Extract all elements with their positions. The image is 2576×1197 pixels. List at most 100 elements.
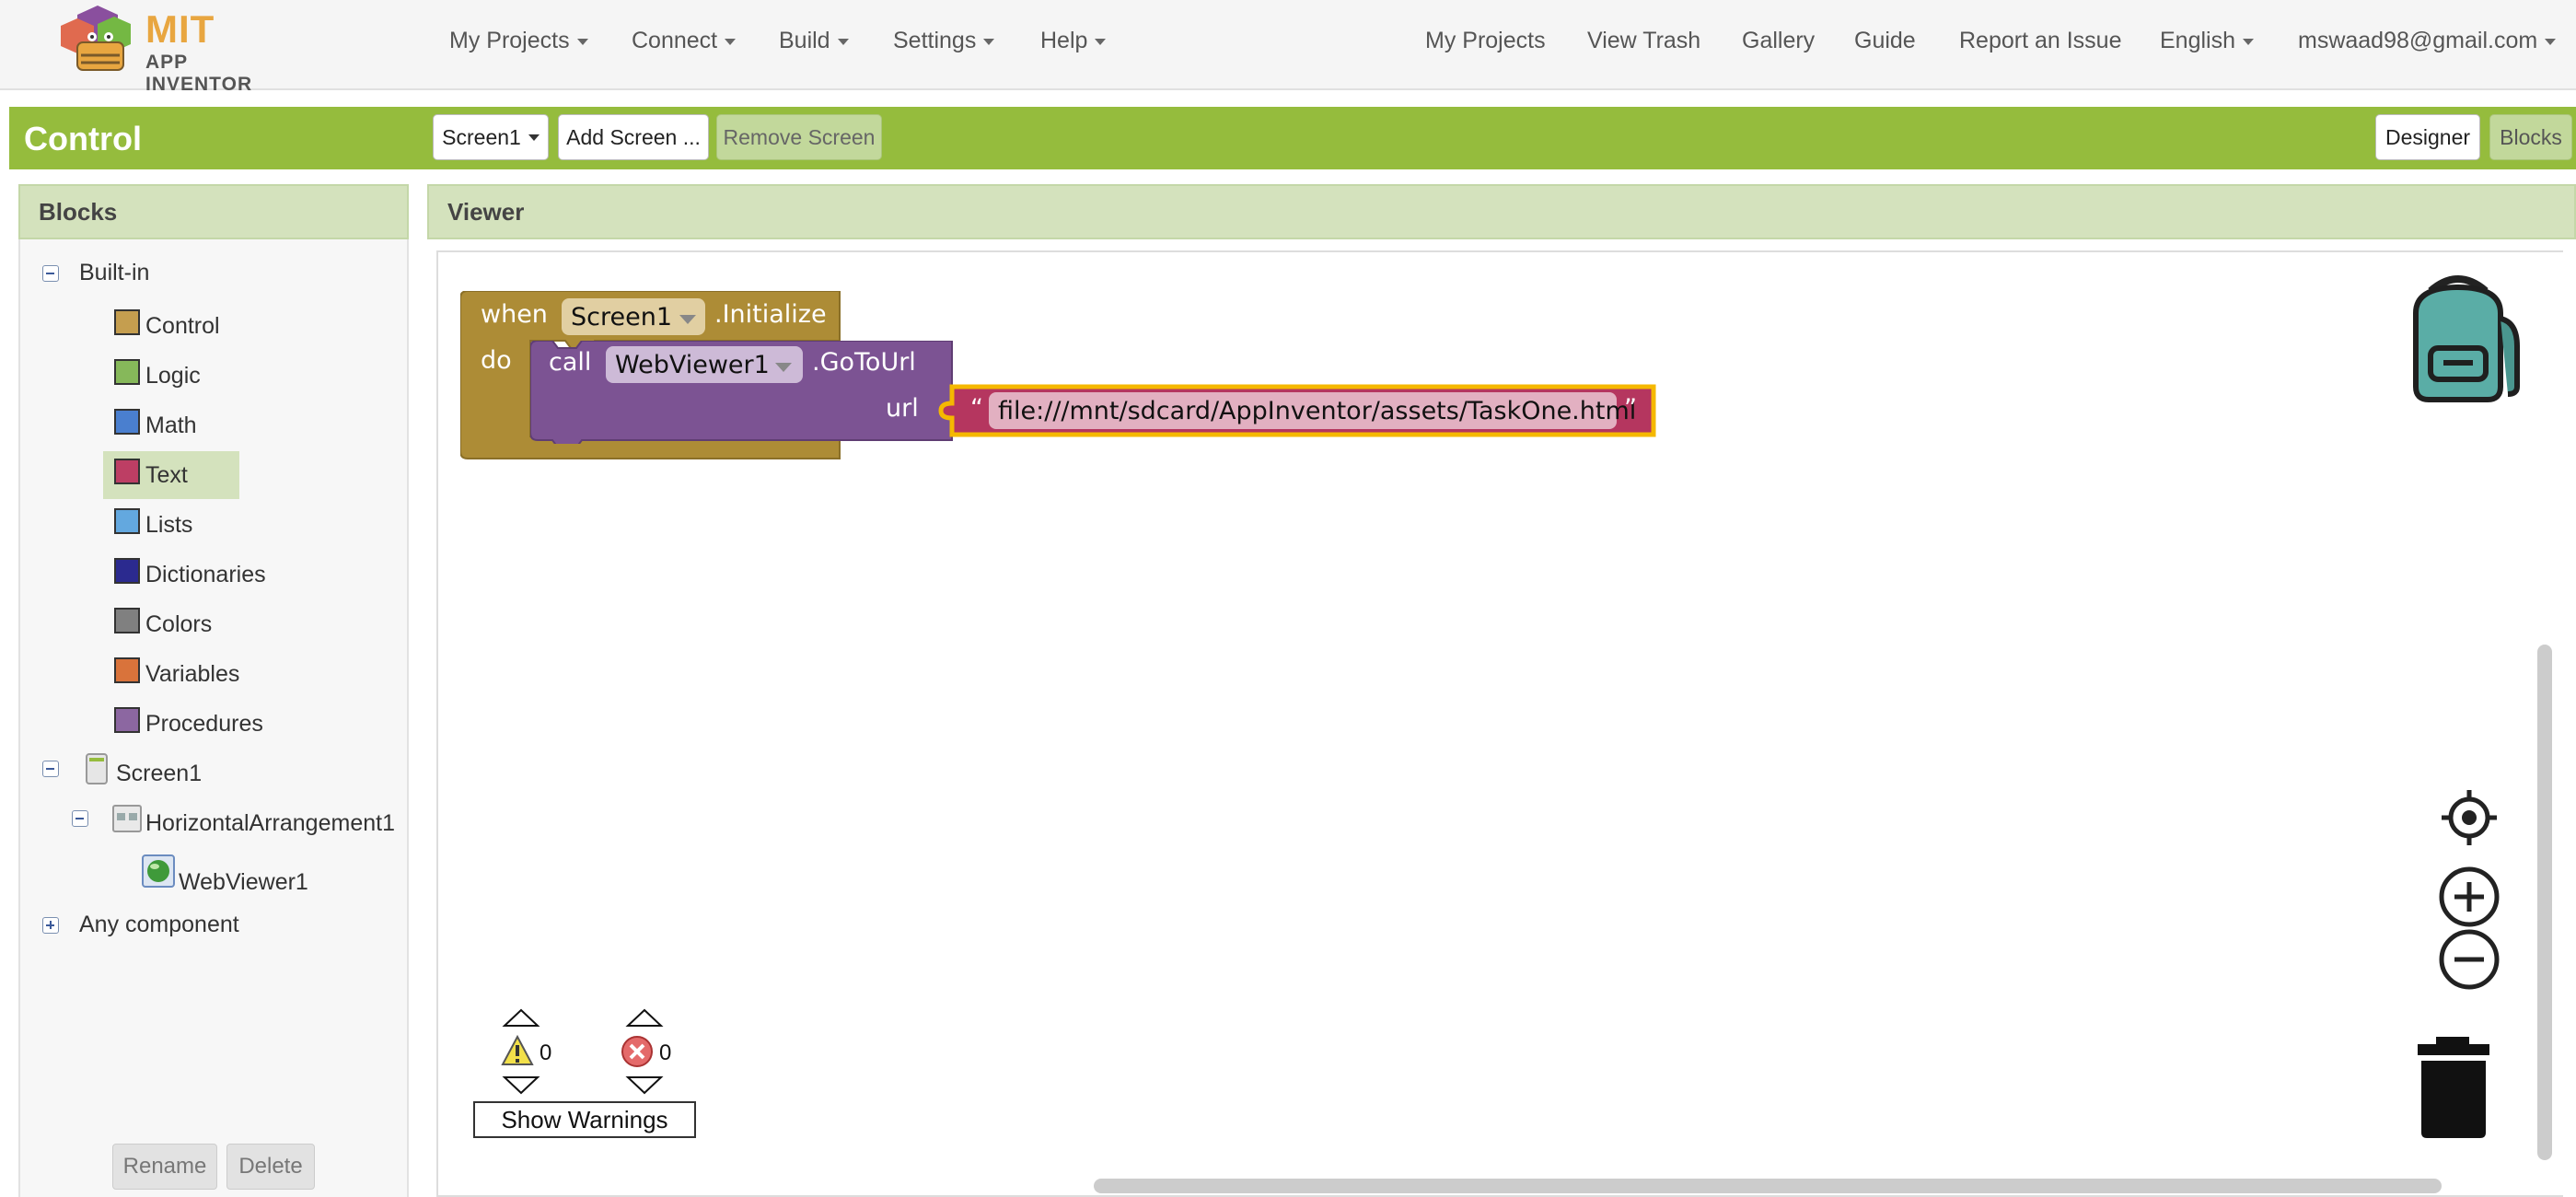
nav-label: Settings [893, 28, 977, 53]
nav-label: My Projects [449, 28, 570, 53]
webviewer1-component-dropdown[interactable]: WebViewer1 [606, 346, 803, 383]
error-next-arrow-icon[interactable] [624, 1075, 665, 1096]
screen-icon [86, 753, 108, 784]
remove-screen-button[interactable]: Remove Screen [716, 114, 882, 160]
screen-select-dropdown[interactable]: Screen1 [433, 114, 549, 160]
show-warnings-button[interactable]: Show Warnings [473, 1101, 696, 1138]
blocks-button[interactable]: Blocks [2489, 114, 2572, 160]
app-inventor-logo[interactable]: MIT APP INVENTOR [57, 6, 296, 95]
project-name: Control [24, 120, 142, 157]
category-math[interactable]: Math [145, 413, 197, 439]
logo-subtitle: APP INVENTOR [145, 52, 253, 95]
warning-prev-arrow-icon[interactable] [501, 1007, 541, 1028]
gotourl-method-name: .GoToUrl [812, 348, 916, 377]
nav-build-menu[interactable]: Build [779, 28, 849, 54]
control-swatch-icon [114, 309, 140, 335]
nav-gallery-link[interactable]: Gallery [1742, 28, 1815, 54]
component-label: WebViewer1 [615, 350, 770, 379]
error-count: 0 [659, 1040, 672, 1065]
url-text-value-field[interactable]: file:///mnt/sdcard/AppInventor/assets/Ta… [989, 392, 1636, 429]
close-quote-icon: ” [1624, 394, 1637, 423]
warning-triangle-icon [501, 1035, 534, 1065]
category-variables[interactable]: Variables [145, 661, 239, 688]
component-label: Screen1 [571, 302, 673, 331]
collapse-arrangement-icon[interactable] [72, 810, 88, 827]
chevron-down-icon [837, 38, 849, 45]
do-keyword: do [481, 346, 512, 375]
category-dictionaries[interactable]: Dictionaries [145, 562, 266, 588]
nav-view-trash-link[interactable]: View Trash [1587, 28, 1700, 54]
trash-can-icon[interactable] [2412, 1037, 2495, 1138]
tree-webviewer1[interactable]: WebViewer1 [179, 869, 308, 896]
backpack-icon[interactable] [2394, 273, 2523, 405]
warning-count: 0 [540, 1040, 552, 1065]
screen1-component-dropdown[interactable]: Screen1 [562, 298, 705, 335]
chevron-down-icon [2545, 38, 2557, 45]
call-keyword: call [549, 348, 592, 377]
collapse-screen1-icon[interactable] [42, 761, 59, 777]
zoom-in-icon[interactable] [2438, 866, 2501, 928]
zoom-out-icon[interactable] [2438, 928, 2501, 991]
nav-label: English [2160, 28, 2235, 53]
add-screen-button[interactable]: Add Screen ... [558, 114, 709, 160]
error-circle-icon [621, 1036, 653, 1067]
tree-horizontal-arrangement1[interactable]: HorizontalArrangement1 [145, 810, 395, 837]
project-toolbar: Control Screen1 Add Screen ... Remove Sc… [9, 107, 2576, 169]
procedures-swatch-icon [114, 707, 140, 733]
math-swatch-icon [114, 409, 140, 435]
blocks-panel-header: Blocks [18, 184, 409, 239]
designer-button[interactable]: Designer [2375, 114, 2480, 160]
variables-swatch-icon [114, 657, 140, 683]
dictionaries-swatch-icon [114, 558, 140, 584]
tree-screen1[interactable]: Screen1 [116, 761, 202, 787]
nav-my-projects-menu[interactable]: My Projects [449, 28, 588, 54]
horizontal-arrangement-icon [112, 805, 142, 832]
vertical-scrollbar[interactable] [2537, 645, 2552, 1160]
text-swatch-icon [114, 459, 140, 484]
tree-any-component[interactable]: Any component [79, 912, 239, 938]
chevron-down-icon [2243, 38, 2254, 45]
nav-guide-link[interactable]: Guide [1854, 28, 1916, 54]
webviewer-globe-icon [142, 854, 175, 888]
url-param-label: url [886, 394, 919, 423]
chevron-down-icon [576, 38, 588, 45]
delete-button[interactable]: Delete [226, 1144, 315, 1190]
chevron-down-icon [775, 363, 792, 372]
category-text[interactable]: Text [145, 462, 188, 489]
tree-builtin[interactable]: Built-in [79, 260, 149, 286]
category-control[interactable]: Control [145, 313, 220, 340]
expand-any-component-icon[interactable] [42, 917, 59, 934]
nav-account-menu[interactable]: mswaad98@gmail.com [2298, 28, 2557, 54]
category-lists[interactable]: Lists [145, 512, 192, 539]
app-inventor-logo-icon [61, 6, 131, 71]
nav-label: Build [779, 28, 830, 53]
chevron-down-icon [725, 38, 737, 45]
open-quote-icon: “ [970, 394, 983, 423]
nav-report-issue-link[interactable]: Report an Issue [1959, 28, 2122, 54]
warning-next-arrow-icon[interactable] [501, 1075, 541, 1096]
chevron-down-icon [1095, 38, 1107, 45]
nav-settings-menu[interactable]: Settings [893, 28, 995, 54]
category-logic[interactable]: Logic [145, 363, 201, 389]
initialize-event-name: .Initialize [714, 300, 827, 329]
lists-swatch-icon [114, 508, 140, 534]
collapse-builtin-icon[interactable] [42, 265, 59, 282]
screen-select-label: Screen1 [442, 124, 521, 149]
error-prev-arrow-icon[interactable] [624, 1007, 665, 1028]
category-procedures[interactable]: Procedures [145, 711, 263, 738]
nav-label: Connect [632, 28, 718, 53]
rename-button[interactable]: Rename [112, 1144, 217, 1190]
viewer-panel-header: Viewer [427, 184, 2576, 239]
nav-help-menu[interactable]: Help [1040, 28, 1107, 54]
when-keyword: when [481, 300, 548, 329]
chevron-down-icon [983, 38, 995, 45]
nav-my-projects-link[interactable]: My Projects [1425, 28, 1546, 54]
nav-connect-menu[interactable]: Connect [632, 28, 737, 54]
nav-language-menu[interactable]: English [2160, 28, 2254, 54]
nav-label: Help [1040, 28, 1088, 53]
nav-label: mswaad98@gmail.com [2298, 28, 2538, 53]
horizontal-scrollbar[interactable] [1094, 1179, 2442, 1193]
recenter-target-icon[interactable] [2440, 788, 2499, 847]
category-colors[interactable]: Colors [145, 611, 212, 638]
top-navbar: MIT APP INVENTOR My Projects Connect Bui… [0, 0, 2576, 95]
